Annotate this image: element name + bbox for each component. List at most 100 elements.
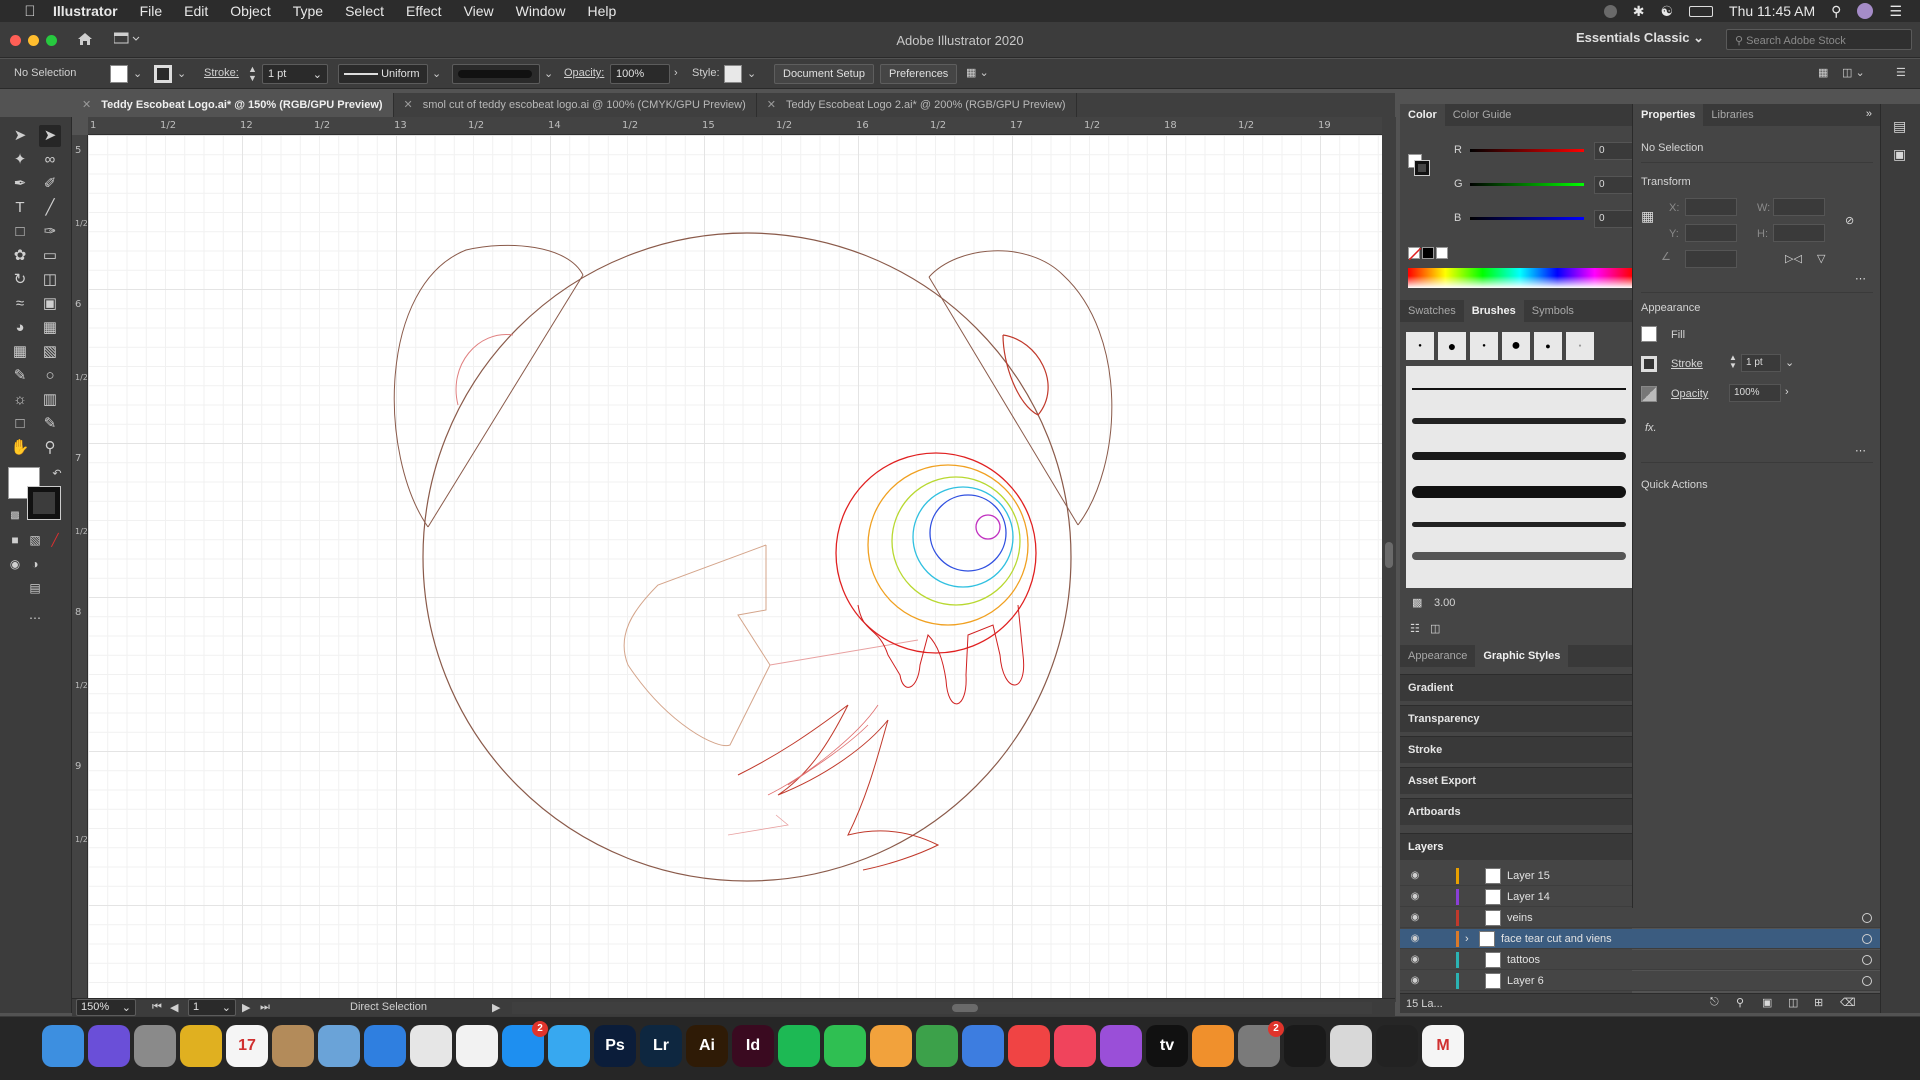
variable-width-profile[interactable]: Uniform <box>338 64 428 84</box>
swap-fill-stroke-icon[interactable]: ↶ <box>46 463 68 485</box>
b-slider[interactable] <box>1470 217 1584 220</box>
white-swatch[interactable] <box>1436 247 1448 259</box>
visibility-eye-icon[interactable]: ◉ <box>1400 912 1430 923</box>
align-icon[interactable]: ◫ ⌄ <box>1842 66 1865 79</box>
bluetooth-icon[interactable]: ✱ <box>1633 3 1645 20</box>
opacity-label[interactable]: Opacity: <box>564 67 604 79</box>
graphic-style-swatch[interactable] <box>724 65 742 83</box>
preferences-button[interactable]: Preferences <box>880 64 958 84</box>
dock-photos-icon[interactable] <box>410 1025 452 1067</box>
shape-builder-tool-icon[interactable]: ◕ <box>9 317 31 339</box>
control-bar-menu-icon[interactable]: ☰ <box>1896 66 1906 79</box>
fill-dropdown-icon[interactable]: ⌄ <box>133 67 142 80</box>
opacity-prop-label[interactable]: Opacity <box>1671 388 1708 400</box>
zoom-level-field[interactable]: 150% ⌄ <box>76 999 136 1016</box>
stroke-prop-label[interactable]: Stroke <box>1671 358 1703 370</box>
menu-app-name[interactable]: Illustrator <box>42 3 129 19</box>
stock-search-input[interactable]: ⚲ Search Adobe Stock <box>1726 29 1912 50</box>
visibility-eye-icon[interactable]: ◉ <box>1400 975 1430 986</box>
stroke-weight-field[interactable]: 1 pt ⌄ <box>262 64 328 84</box>
r-slider[interactable] <box>1470 149 1584 152</box>
dock-gmail-icon[interactable]: M <box>1422 1025 1464 1067</box>
expand-layer-icon[interactable]: › <box>1465 933 1479 945</box>
battery-icon[interactable] <box>1689 5 1714 17</box>
layer-target-icon[interactable] <box>1862 912 1872 923</box>
hand-tool-icon[interactable]: ✋ <box>9 437 31 459</box>
menu-select[interactable]: Select <box>334 3 395 19</box>
close-tab-icon[interactable]: ✕ <box>404 99 413 111</box>
dock-finder-icon[interactable] <box>42 1025 84 1067</box>
brush-stroke-6[interactable] <box>1412 552 1626 560</box>
brush-dropdown-icon[interactable]: ⌄ <box>544 67 553 80</box>
screen-mode-icon[interactable]: ▤ <box>24 577 46 599</box>
h-field[interactable] <box>1773 224 1825 242</box>
tab-symbols[interactable]: Symbols <box>1524 300 1582 322</box>
rotate-tool-icon[interactable]: ↻ <box>9 269 31 291</box>
dock-podcasts-icon[interactable] <box>1100 1025 1142 1067</box>
dock-tv-icon[interactable]: tv <box>1146 1025 1188 1067</box>
transform-more-options-icon[interactable]: ⋯ <box>1855 272 1866 285</box>
tab-color[interactable]: Color <box>1400 104 1445 126</box>
appearance-more-options-icon[interactable]: ⋯ <box>1855 444 1866 457</box>
dock-indesign-icon[interactable]: Id <box>732 1025 774 1067</box>
workspace-switcher[interactable]: Essentials Classic ⌄ <box>1576 30 1704 46</box>
magic-wand-tool-icon[interactable]: ✦ <box>9 149 31 171</box>
layer-row[interactable]: ◉ veins <box>1400 908 1900 928</box>
stroke-dropdown-icon[interactable]: ⌄ <box>177 67 186 80</box>
dock-books-icon[interactable] <box>1192 1025 1234 1067</box>
dock-chrome-icon[interactable] <box>180 1025 222 1067</box>
layer-target-icon[interactable] <box>1862 954 1872 965</box>
profile-dropdown-icon[interactable]: ⌄ <box>432 67 441 80</box>
perspective-grid-tool-icon[interactable]: ▦ <box>39 317 61 339</box>
opacity-arrow-icon[interactable]: › <box>674 67 678 79</box>
brush-tip-5[interactable]: ● <box>1534 332 1562 360</box>
brush-stroke-4[interactable] <box>1412 486 1626 498</box>
menu-effect[interactable]: Effect <box>395 3 453 19</box>
horizontal-scrollbar[interactable] <box>512 1002 1372 1014</box>
stroke-label[interactable]: Stroke: <box>204 67 239 79</box>
properties-dock-icon[interactable]: ▤ <box>1893 118 1906 135</box>
dock-photoshop-icon[interactable]: Ps <box>594 1025 636 1067</box>
reference-point-icon[interactable]: ▦ <box>1641 208 1654 225</box>
stroke-prop-chevron-icon[interactable]: ⌄ <box>1785 356 1794 369</box>
status-circle-icon[interactable] <box>1603 4 1617 18</box>
paintbrush-tool-icon[interactable]: ✑ <box>39 221 61 243</box>
dock-activity-monitor-icon[interactable] <box>1284 1025 1326 1067</box>
brush-tip-6[interactable]: ● <box>1566 332 1594 360</box>
next-artboard-icon[interactable]: ▶ <box>242 1001 250 1014</box>
tab-libraries[interactable]: Libraries <box>1703 104 1761 126</box>
y-field[interactable] <box>1685 224 1737 242</box>
new-layer-icon[interactable]: ⊞ <box>1814 996 1823 1009</box>
dock-spotify-icon[interactable] <box>778 1025 820 1067</box>
stroke-swatch-prop[interactable] <box>1641 356 1657 372</box>
stroke-swatch[interactable] <box>154 65 172 83</box>
brush-stroke-5[interactable] <box>1412 522 1626 527</box>
brush-stroke-3[interactable] <box>1412 452 1626 460</box>
opacity-prop-value[interactable]: 100% <box>1729 384 1781 402</box>
layer-name[interactable]: veins <box>1507 912 1533 924</box>
none-mode-icon[interactable]: ╱ <box>44 529 66 551</box>
menu-help[interactable]: Help <box>576 3 627 19</box>
locate-object-icon[interactable]: ⚲ <box>1736 996 1744 1009</box>
zoom-tool-icon[interactable]: ⚲ <box>39 437 61 459</box>
tab-appearance[interactable]: Appearance <box>1400 645 1475 667</box>
dock-keynote-icon[interactable] <box>962 1025 1004 1067</box>
stroke-prop-value[interactable]: 1 pt <box>1741 354 1781 372</box>
visibility-eye-icon[interactable]: ◉ <box>1400 954 1430 965</box>
menu-file[interactable]: File <box>129 3 174 19</box>
opacity-prop-icon[interactable] <box>1641 386 1657 402</box>
collapse-panel-icon[interactable]: » <box>1866 108 1872 120</box>
gradient-panel-header[interactable]: Gradient <box>1400 674 1632 701</box>
mesh-tool-icon[interactable]: ▦ <box>9 341 31 363</box>
curvature-tool-icon[interactable]: ✐ <box>39 173 61 195</box>
teddy-logo-artwork[interactable] <box>88 135 1382 1002</box>
w-field[interactable] <box>1773 198 1825 216</box>
delete-layer-icon[interactable]: ⌫ <box>1840 996 1856 1009</box>
dock-safari-icon[interactable] <box>364 1025 406 1067</box>
opacity-field[interactable]: 100% <box>610 64 670 84</box>
layer-row[interactable]: ◉ tattoos <box>1400 950 1900 970</box>
r-value-field[interactable]: 0 <box>1594 142 1636 160</box>
dock-messages-icon[interactable] <box>548 1025 590 1067</box>
width-tool-icon[interactable]: ≈ <box>9 293 31 315</box>
brush-strokes-list[interactable] <box>1406 366 1632 588</box>
